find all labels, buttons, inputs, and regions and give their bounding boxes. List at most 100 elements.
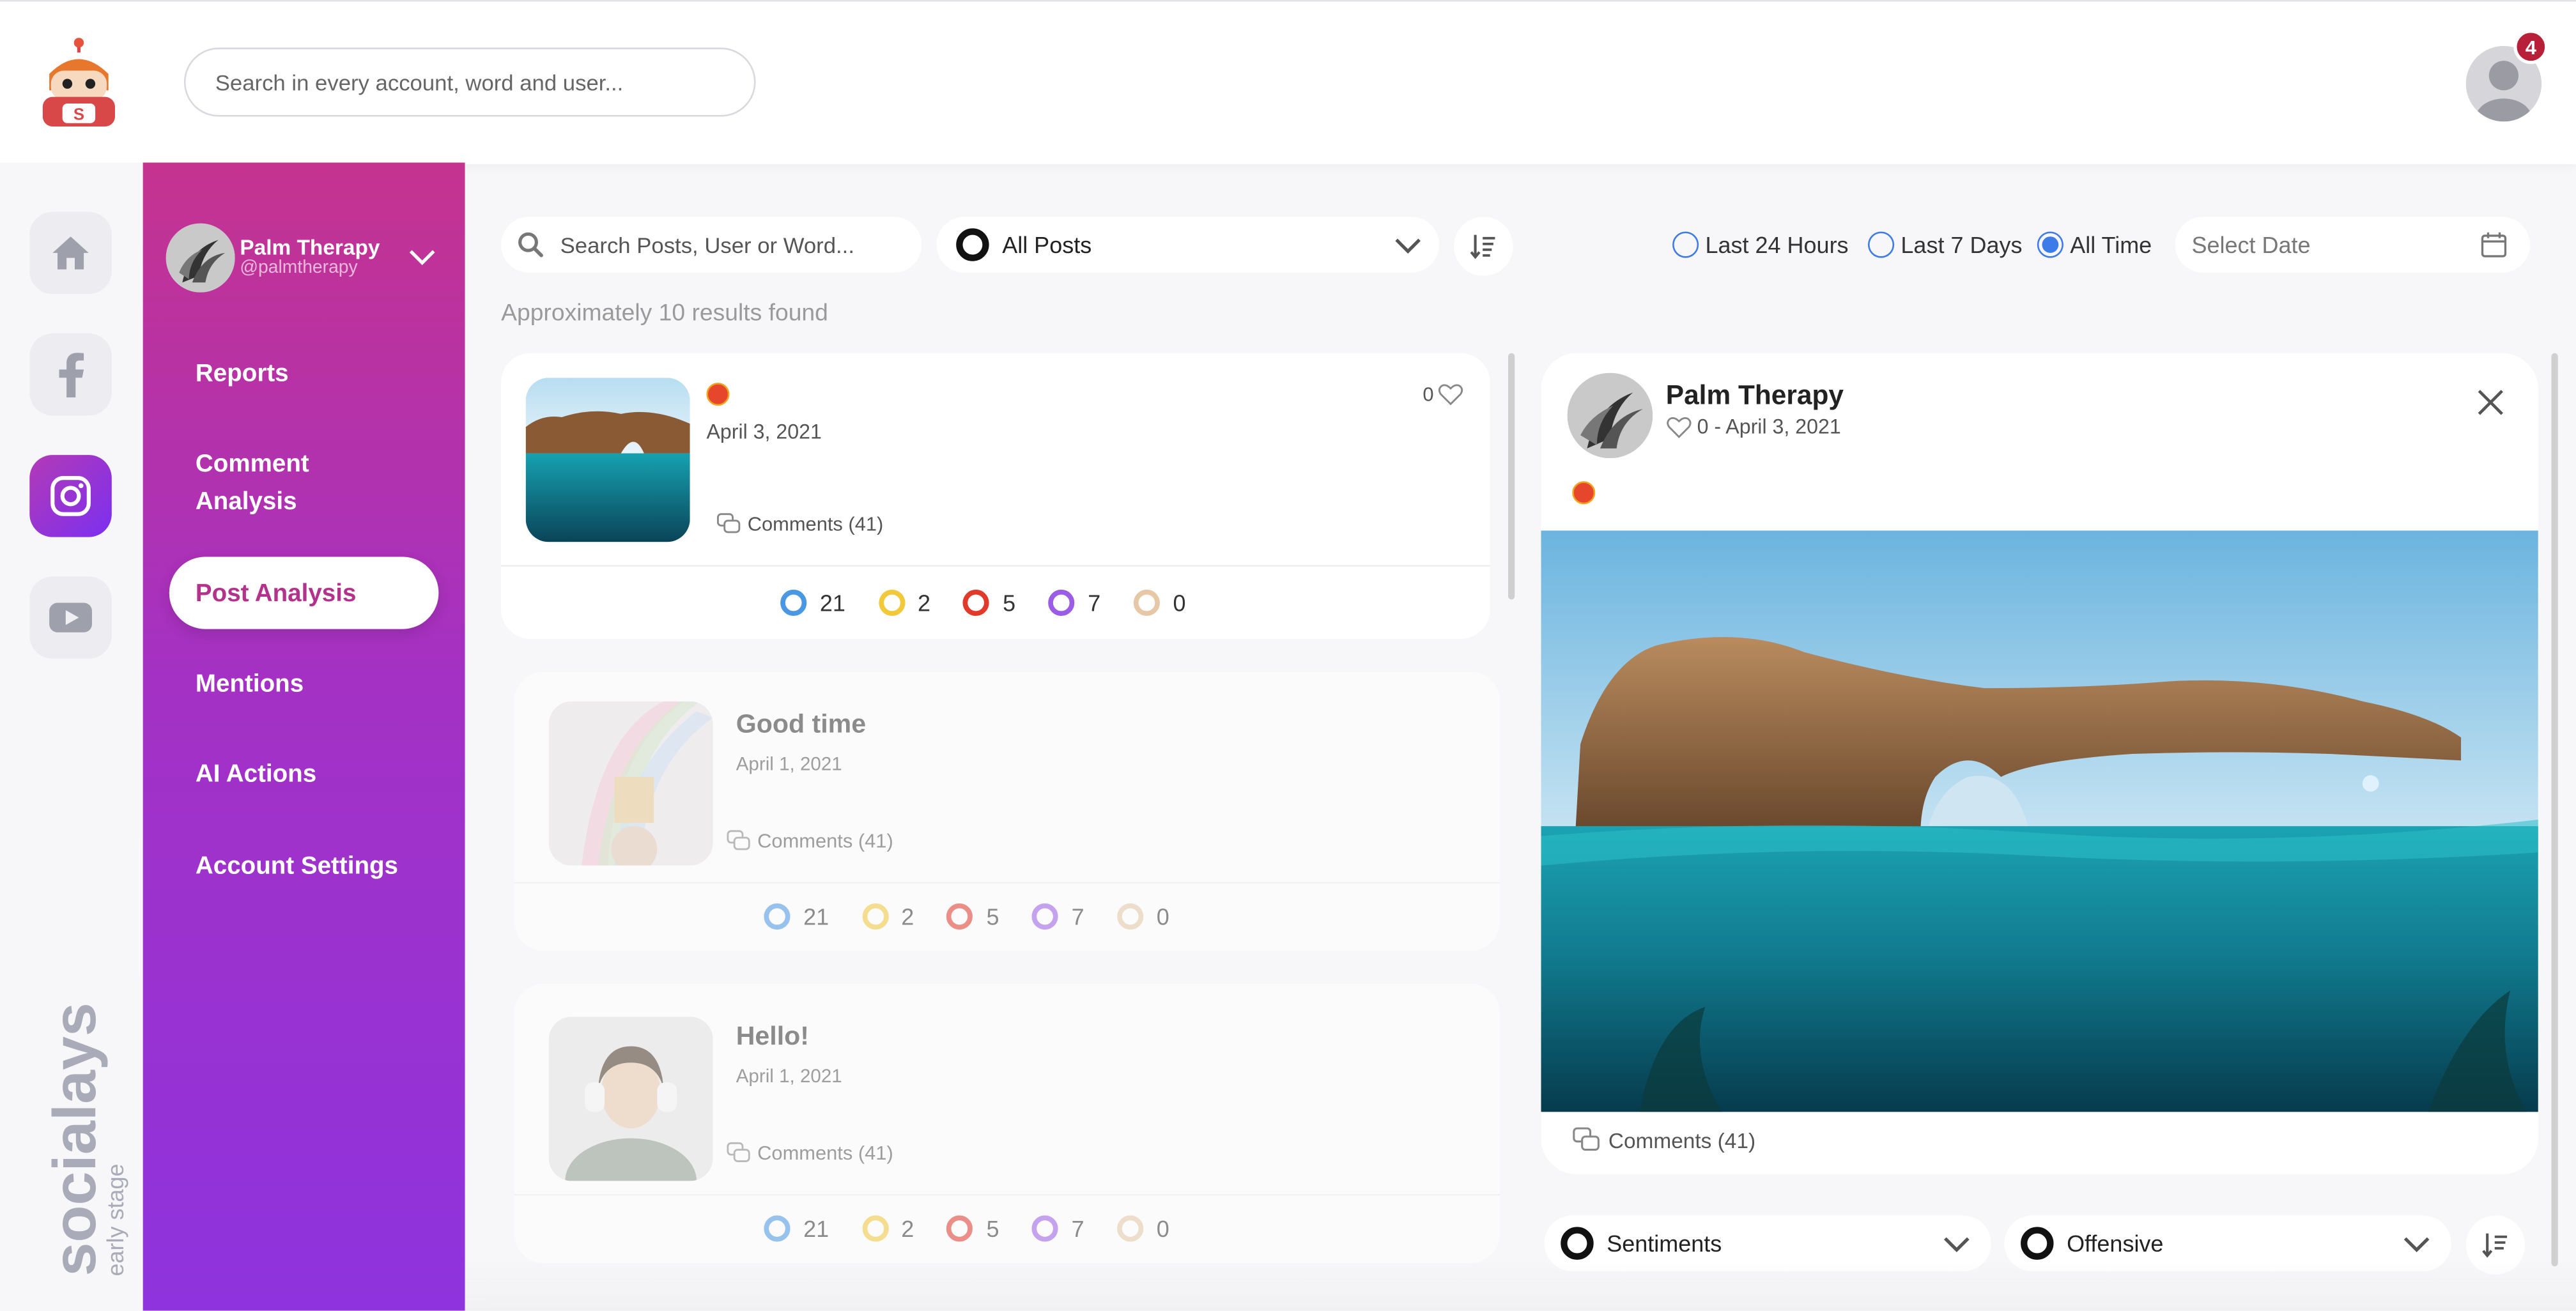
comments-label: Comments (41)	[1608, 1127, 1756, 1153]
chevron-down-icon	[1944, 1237, 1970, 1253]
home-button[interactable]	[29, 211, 112, 295]
detail-meta-text: 0 - April 3, 2021	[1697, 415, 1841, 439]
sentiment-stats: 21 2 5 7 0	[764, 903, 1202, 930]
comments-icon	[717, 513, 741, 533]
circle-icon	[1048, 589, 1075, 617]
likes-count: 0	[1423, 382, 1434, 406]
circle-icon	[861, 903, 888, 930]
account-switcher[interactable]: Palm Therapy @palmtherapy	[166, 222, 445, 294]
angry-emoji-icon	[706, 382, 730, 406]
date-picker[interactable]: Select Date	[2175, 217, 2531, 273]
range-label: All Time	[2070, 231, 2152, 258]
post-type-select[interactable]: All Posts	[936, 217, 1440, 273]
instagram-button[interactable]	[29, 455, 112, 537]
brand-name-text: socialays	[41, 1002, 109, 1276]
card-divider	[514, 882, 1500, 884]
angry-emoji-icon	[1572, 481, 1596, 505]
notification-badge[interactable]: 4	[2513, 29, 2549, 65]
post-title: Hello!	[736, 1023, 809, 1052]
global-search-box[interactable]	[183, 47, 756, 117]
sentiments-label: Sentiments	[1607, 1230, 1722, 1257]
post-likes[interactable]: 0	[1423, 383, 1463, 406]
circle-icon	[1031, 903, 1059, 930]
sidebar-item-account-settings[interactable]: Account Settings	[169, 848, 439, 885]
sort-icon	[2482, 1233, 2508, 1258]
sentiment-stats: 21 2 5 7 0	[780, 589, 1219, 617]
close-icon	[2478, 390, 2503, 415]
comments-icon	[727, 1142, 750, 1162]
facebook-button[interactable]	[29, 333, 112, 416]
circle-icon	[1031, 1215, 1059, 1242]
circle-icon	[946, 903, 973, 930]
comments-label: Comments (41)	[757, 1141, 893, 1165]
heart-icon[interactable]	[1666, 415, 1692, 438]
circle-icon	[780, 589, 807, 617]
radio-selected-icon	[2037, 231, 2063, 258]
ring-icon	[1561, 1227, 1594, 1260]
post-detail-panel: Palm Therapy 0 - April 3, 2021 Comments …	[1541, 353, 2538, 1175]
sidebar-item-mentions[interactable]: Mentions	[169, 665, 439, 703]
circle-icon	[946, 1215, 973, 1242]
platform-rail: socialays ™ early stage	[0, 162, 143, 1311]
post-comments[interactable]: Comments (41)	[726, 1142, 893, 1165]
stat-other: 0	[1133, 589, 1186, 617]
account-avatar	[166, 223, 235, 293]
app-canvas: S 4	[0, 0, 2576, 1311]
chevron-down-icon	[2403, 1237, 2430, 1253]
range-label: Last 7 Days	[1901, 231, 2023, 258]
close-button[interactable]	[2476, 388, 2505, 425]
ring-icon	[956, 228, 989, 261]
post-date: April 1, 2021	[736, 755, 842, 776]
instagram-icon	[50, 476, 91, 516]
post-comments[interactable]: Comments (41)	[716, 512, 883, 535]
sidebar-item-post-analysis[interactable]: Post Analysis	[169, 556, 439, 629]
facebook-icon	[59, 353, 84, 398]
range-last-7-days[interactable]: Last 7 Days	[1867, 231, 2023, 258]
post-card[interactable]: Hello! April 1, 2021 Comments (41) 21 2 …	[514, 983, 1500, 1263]
sentiment-stats: 21 2 5 7 0	[764, 1215, 1202, 1242]
post-card[interactable]: Good time April 1, 2021 Comments (41) 21…	[514, 671, 1500, 951]
post-card[interactable]: April 3, 2021 Comments (41) 0 21 2 5 7 0	[501, 353, 1490, 640]
range-last-24-hours[interactable]: Last 24 Hours	[1672, 231, 1849, 258]
comments-icon	[727, 830, 750, 850]
circle-icon	[1117, 1215, 1144, 1242]
stat-question: 7	[1048, 589, 1100, 617]
post-thumbnail	[548, 1016, 713, 1181]
robot-logo[interactable]: S	[36, 38, 122, 130]
circle-icon	[764, 903, 791, 930]
stat-neutral: 2	[878, 589, 930, 617]
sidebar-item-comment-analysis[interactable]: Comment Analysis	[169, 445, 366, 521]
sidebar-item-reports[interactable]: Reports	[169, 355, 439, 392]
range-all-time[interactable]: All Time	[2037, 231, 2152, 258]
post-search-box[interactable]	[501, 217, 922, 273]
sidebar-item-ai-actions[interactable]: AI Actions	[169, 756, 439, 793]
detail-meta: 0 - April 3, 2021	[1666, 415, 1841, 438]
post-comments[interactable]: Comments (41)	[726, 829, 893, 852]
detail-scrollbar[interactable]	[2551, 353, 2558, 1267]
offensive-label: Offensive	[2067, 1230, 2164, 1257]
post-date: April 3, 2021	[706, 420, 822, 444]
sort-icon	[1470, 234, 1495, 259]
brand-stage-text: early stage	[102, 1163, 128, 1276]
account-handle: @palmtherapy	[240, 257, 358, 278]
global-search-input[interactable]	[212, 68, 728, 96]
post-search-input[interactable]	[557, 231, 892, 259]
detail-comments[interactable]: Comments (41)	[1572, 1127, 1755, 1153]
comments-label: Comments (41)	[757, 829, 893, 853]
posts-scrollbar[interactable]	[1508, 353, 1515, 600]
card-divider	[501, 565, 1490, 567]
main-content: All Posts Last 24 Hours Last 7 Days A	[465, 163, 2576, 1311]
youtube-button[interactable]	[29, 576, 112, 659]
chevron-down-icon	[1395, 238, 1421, 254]
date-placeholder: Select Date	[2191, 231, 2311, 258]
account-name: Palm Therapy	[240, 234, 380, 260]
stat-negative: 5	[963, 589, 1015, 617]
post-date: April 1, 2021	[736, 1068, 842, 1087]
chevron-down-icon[interactable]	[408, 245, 437, 274]
results-count: Approximately 10 results found	[501, 300, 828, 327]
bottom-fade	[465, 1262, 2576, 1311]
top-bar: S 4	[0, 0, 2576, 165]
range-label: Last 24 Hours	[1705, 231, 1849, 258]
sort-button[interactable]	[1454, 217, 1513, 276]
youtube-icon	[49, 602, 92, 632]
